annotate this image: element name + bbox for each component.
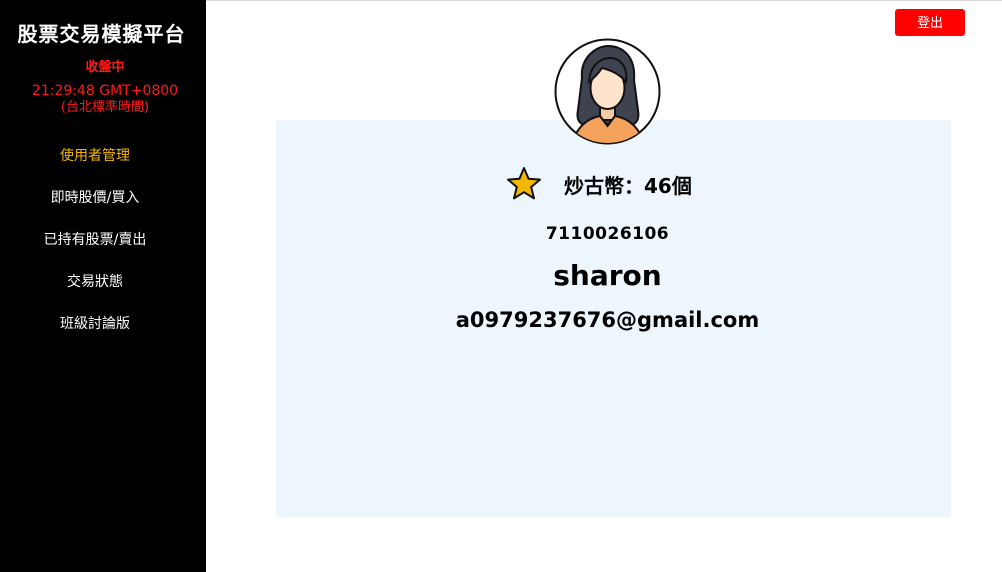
sidebar-item-trade-status[interactable]: 交易狀態 xyxy=(0,271,190,291)
sidebar: 股票交易模擬平台 收盤中 21:29:48 GMT+0800 (台北標準時間) … xyxy=(0,0,206,572)
market-time: 21:29:48 GMT+0800 xyxy=(31,83,179,99)
coins-balance: 炒古幣： 46個 xyxy=(564,170,692,199)
coins-label: 炒古幣： xyxy=(564,173,644,198)
market-status: 收盤中 xyxy=(85,60,125,75)
username: sharon xyxy=(553,259,662,292)
app-title: 股票交易模擬平台 xyxy=(17,22,186,46)
sidebar-item-holdings-sell[interactable]: 已持有股票/賣出 xyxy=(0,229,190,249)
woman-avatar-icon xyxy=(554,38,661,145)
top-divider xyxy=(206,0,1002,1)
star-icon xyxy=(507,167,541,200)
coins-row: 炒古幣： 46個 xyxy=(506,166,692,202)
student-id: 7110026106 xyxy=(545,224,670,244)
sidebar-item-class-forum[interactable]: 班級討論版 xyxy=(0,313,190,333)
sidebar-item-user-management[interactable]: 使用者管理 xyxy=(0,145,190,165)
user-email: a0979237676@gmail.com xyxy=(455,308,760,332)
coins-value: 46個 xyxy=(644,173,692,198)
market-timezone: (台北標準時間) xyxy=(60,100,150,115)
sidebar-item-realtime-quotes-buy[interactable]: 即時股價/買入 xyxy=(0,187,190,207)
logout-button[interactable]: 登出 xyxy=(895,9,965,36)
